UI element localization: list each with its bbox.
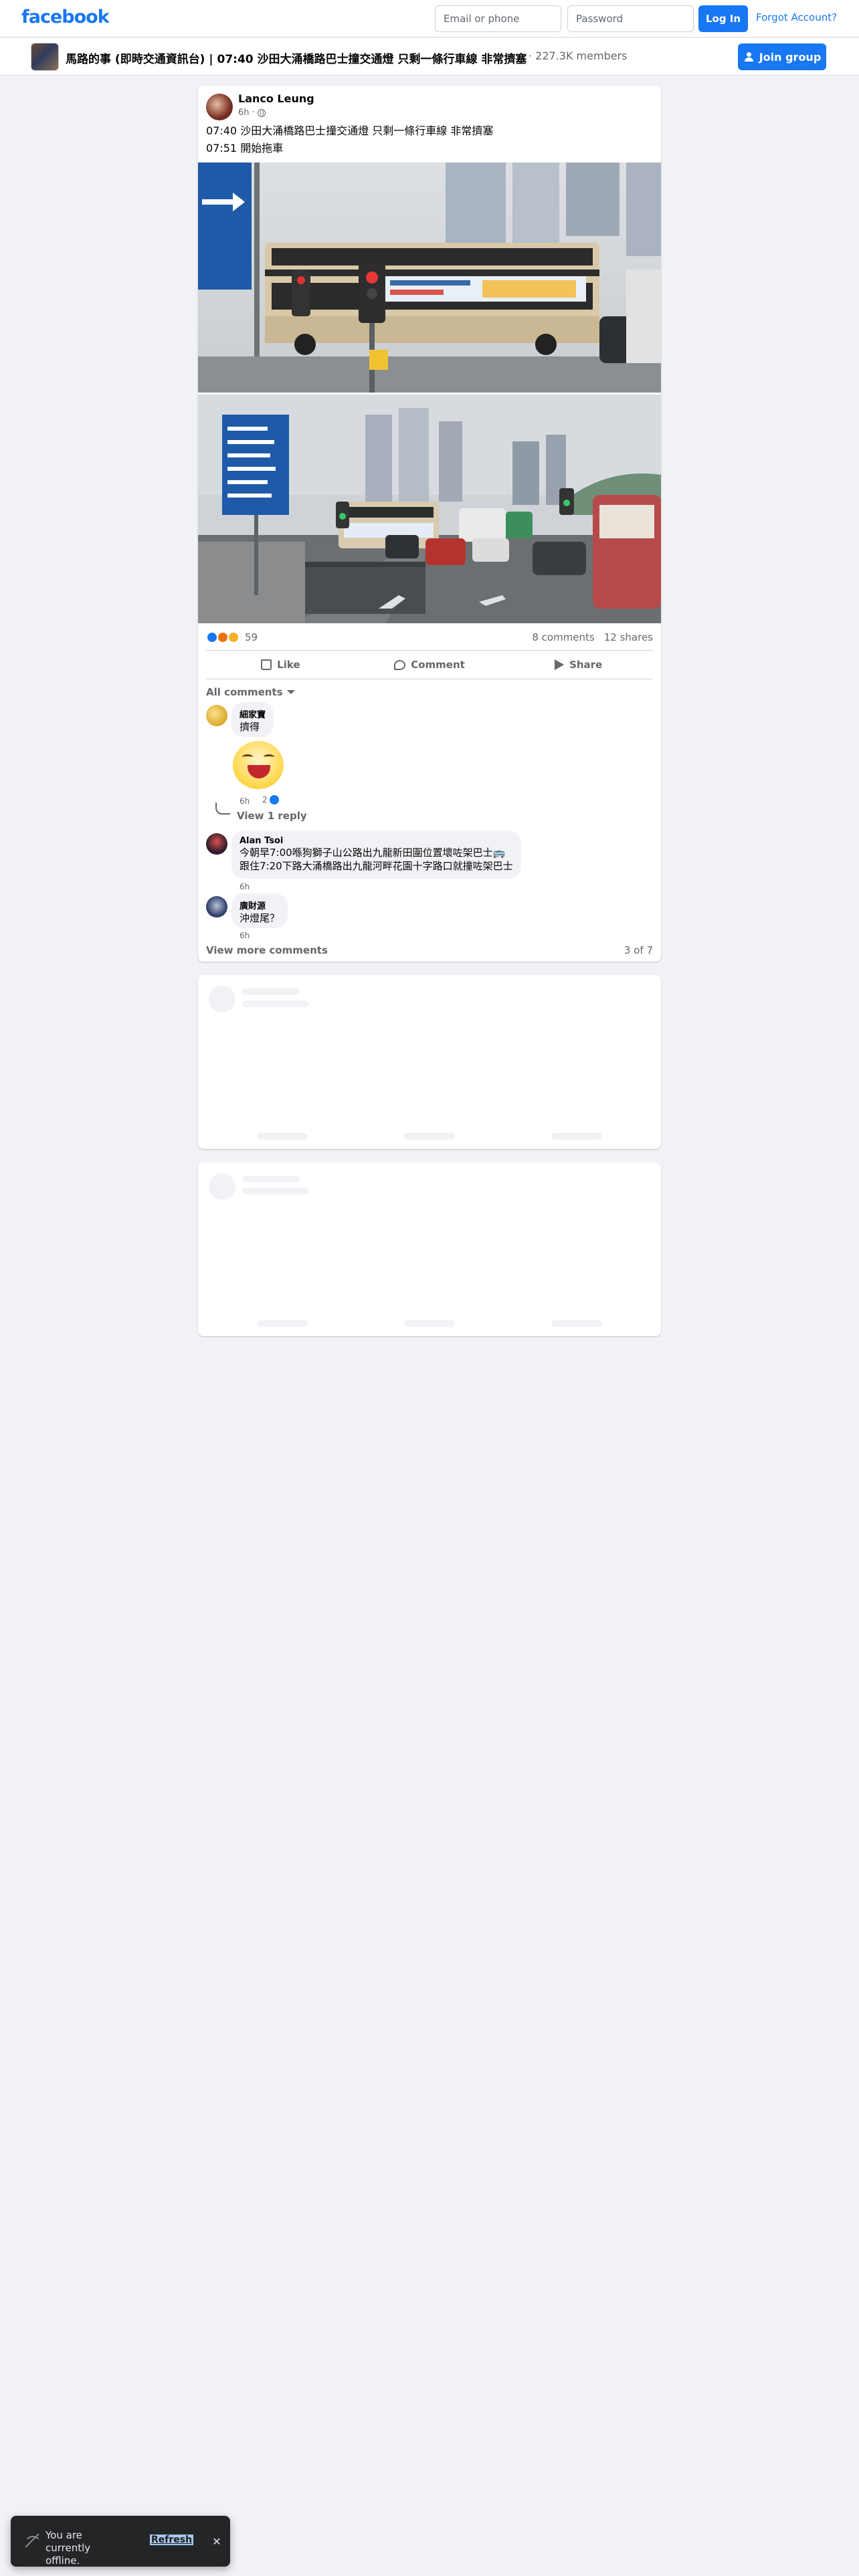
group-header-bar: 馬路的事 (即時交通資訊台) | 07:40 沙田大涌橋路巴士撞交通燈 只剩一條… <box>0 38 859 76</box>
comment-text: 擠得 <box>240 721 260 733</box>
author-name[interactable]: Lanco Leung <box>238 92 314 105</box>
comment-reaction-number: 2 <box>262 795 268 804</box>
loading-post-placeholder <box>198 975 661 1149</box>
refresh-link[interactable]: Refresh <box>150 2535 194 2545</box>
placeholder-line <box>242 1188 309 1194</box>
post-photo[interactable] <box>198 395 661 623</box>
view-replies-link[interactable]: View 1 reply <box>237 810 307 822</box>
post-photo[interactable] <box>198 163 661 393</box>
comment-bubble: 廣財源 沖燈尾？ <box>231 893 288 928</box>
sticker-eye <box>242 754 253 760</box>
view-more-comments-link[interactable]: View more comments <box>206 944 328 956</box>
placeholder-line <box>404 1133 455 1140</box>
reply-connector <box>215 802 230 815</box>
comment-filter-label: All comments <box>206 686 283 698</box>
author-avatar[interactable] <box>206 94 233 120</box>
comment-text: 沖燈尾？ <box>240 912 280 924</box>
post-timestamp[interactable]: 6h · <box>238 108 255 118</box>
globe-icon <box>257 108 266 117</box>
placeholder-line <box>242 988 300 995</box>
email-field[interactable] <box>435 5 561 32</box>
commenter-name[interactable]: 廣財源 <box>240 899 280 911</box>
engagement-counts: 8 comments 12 shares <box>532 631 653 643</box>
facebook-logo[interactable]: facebook <box>21 7 110 27</box>
comment-bubble: 細家寶 擠得 <box>231 702 274 737</box>
login-button[interactable]: Log In <box>698 5 748 32</box>
commenter-avatar[interactable] <box>206 833 227 855</box>
post-meta: 6h · <box>238 108 266 118</box>
comment-bubble: Alan Tsoi 今朝早7:00喺狗獅子山公路出九龍新田圍位置壞咗架巴士🚌 跟… <box>231 831 521 879</box>
placeholder-line <box>257 1320 308 1327</box>
like-button[interactable]: Like <box>206 651 355 679</box>
commenter-name[interactable]: 細家寶 <box>240 708 266 720</box>
comment-text: 今朝早7:00喺狗獅子山公路出九龍新田圍位置壞咗架巴士🚌 <box>240 847 506 859</box>
placeholder-line <box>242 1000 309 1007</box>
offline-toast: You are currently offline. Refresh ✕ <box>11 2516 230 2567</box>
comment-timestamp[interactable]: 6h <box>240 796 250 806</box>
comment-button[interactable]: Comment <box>355 651 504 679</box>
placeholder-avatar <box>209 1173 235 1200</box>
group-avatar[interactable] <box>31 43 59 71</box>
post-text-line: 07:40 沙田大涌橋路巴士撞交通燈 只剩一條行車線 非常擠塞 <box>206 124 494 137</box>
placeholder-line <box>257 1133 308 1140</box>
post-card: Lanco Leung 6h · 07:40 沙田大涌橋路巴士撞交通燈 只剩一條… <box>198 86 661 962</box>
caret-down-icon <box>286 690 295 694</box>
wifi-off-icon <box>23 2533 41 2549</box>
placeholder-line <box>551 1320 602 1327</box>
comment-text: 跟住7:20下路大涌橋路出九龍河畔花園十字路口就撞咗架巴士 <box>240 860 513 872</box>
reaction-count: 59 <box>245 631 258 643</box>
post-text-line: 07:51 開始拖車 <box>206 142 284 154</box>
comments-count[interactable]: 8 comments <box>532 631 594 643</box>
top-navigation-bar: facebook Log In Forgot Account? <box>0 0 859 37</box>
join-group-label: Join group <box>759 50 822 64</box>
thumbs-up-icon <box>261 659 272 670</box>
post-action-bar: Like Comment Share <box>206 650 653 679</box>
comment-reaction-count[interactable]: 2 <box>262 795 279 804</box>
reaction-summary[interactable]: 59 <box>206 631 258 643</box>
group-title[interactable]: 馬路的事 (即時交通資訊台) | 07:40 沙田大涌橋路巴士撞交通燈 只剩一條… <box>66 49 527 66</box>
comment-page-count: 3 of 7 <box>624 944 653 956</box>
group-member-count: · 227.3K members <box>529 49 628 62</box>
share-arrow-icon <box>555 659 565 670</box>
close-icon[interactable]: ✕ <box>209 2533 225 2549</box>
comment-timestamp[interactable]: 6h <box>240 931 250 940</box>
comment-timestamp[interactable]: 6h <box>240 882 250 891</box>
share-button[interactable]: Share <box>504 651 653 679</box>
sticker-eye <box>264 754 274 760</box>
haha-reaction-icon <box>227 631 240 643</box>
loading-post-placeholder <box>198 1162 661 1336</box>
offline-message: You are currently offline. <box>45 2529 91 2567</box>
placeholder-avatar <box>209 986 235 1012</box>
comment-label: Comment <box>411 659 465 671</box>
like-reaction-icon <box>269 795 279 804</box>
join-group-button[interactable]: Join group <box>738 43 826 70</box>
shares-count[interactable]: 12 shares <box>604 631 653 643</box>
share-label: Share <box>569 659 603 671</box>
join-group-icon <box>743 52 755 62</box>
placeholder-line <box>404 1320 455 1327</box>
password-field[interactable] <box>567 5 694 32</box>
laughing-face-icon <box>233 741 284 789</box>
comment-filter-dropdown[interactable]: All comments <box>206 686 295 698</box>
like-label: Like <box>277 659 300 671</box>
commenter-name[interactable]: Alan Tsoi <box>240 836 513 846</box>
sticker-mouth <box>248 765 270 778</box>
forgot-account-link[interactable]: Forgot Account? <box>756 11 837 23</box>
laughing-sticker <box>230 741 288 794</box>
commenter-avatar[interactable] <box>206 896 227 918</box>
placeholder-line <box>242 1176 300 1182</box>
comment-bubble-icon <box>394 659 406 670</box>
placeholder-line <box>551 1133 602 1140</box>
commenter-avatar[interactable] <box>206 705 227 726</box>
